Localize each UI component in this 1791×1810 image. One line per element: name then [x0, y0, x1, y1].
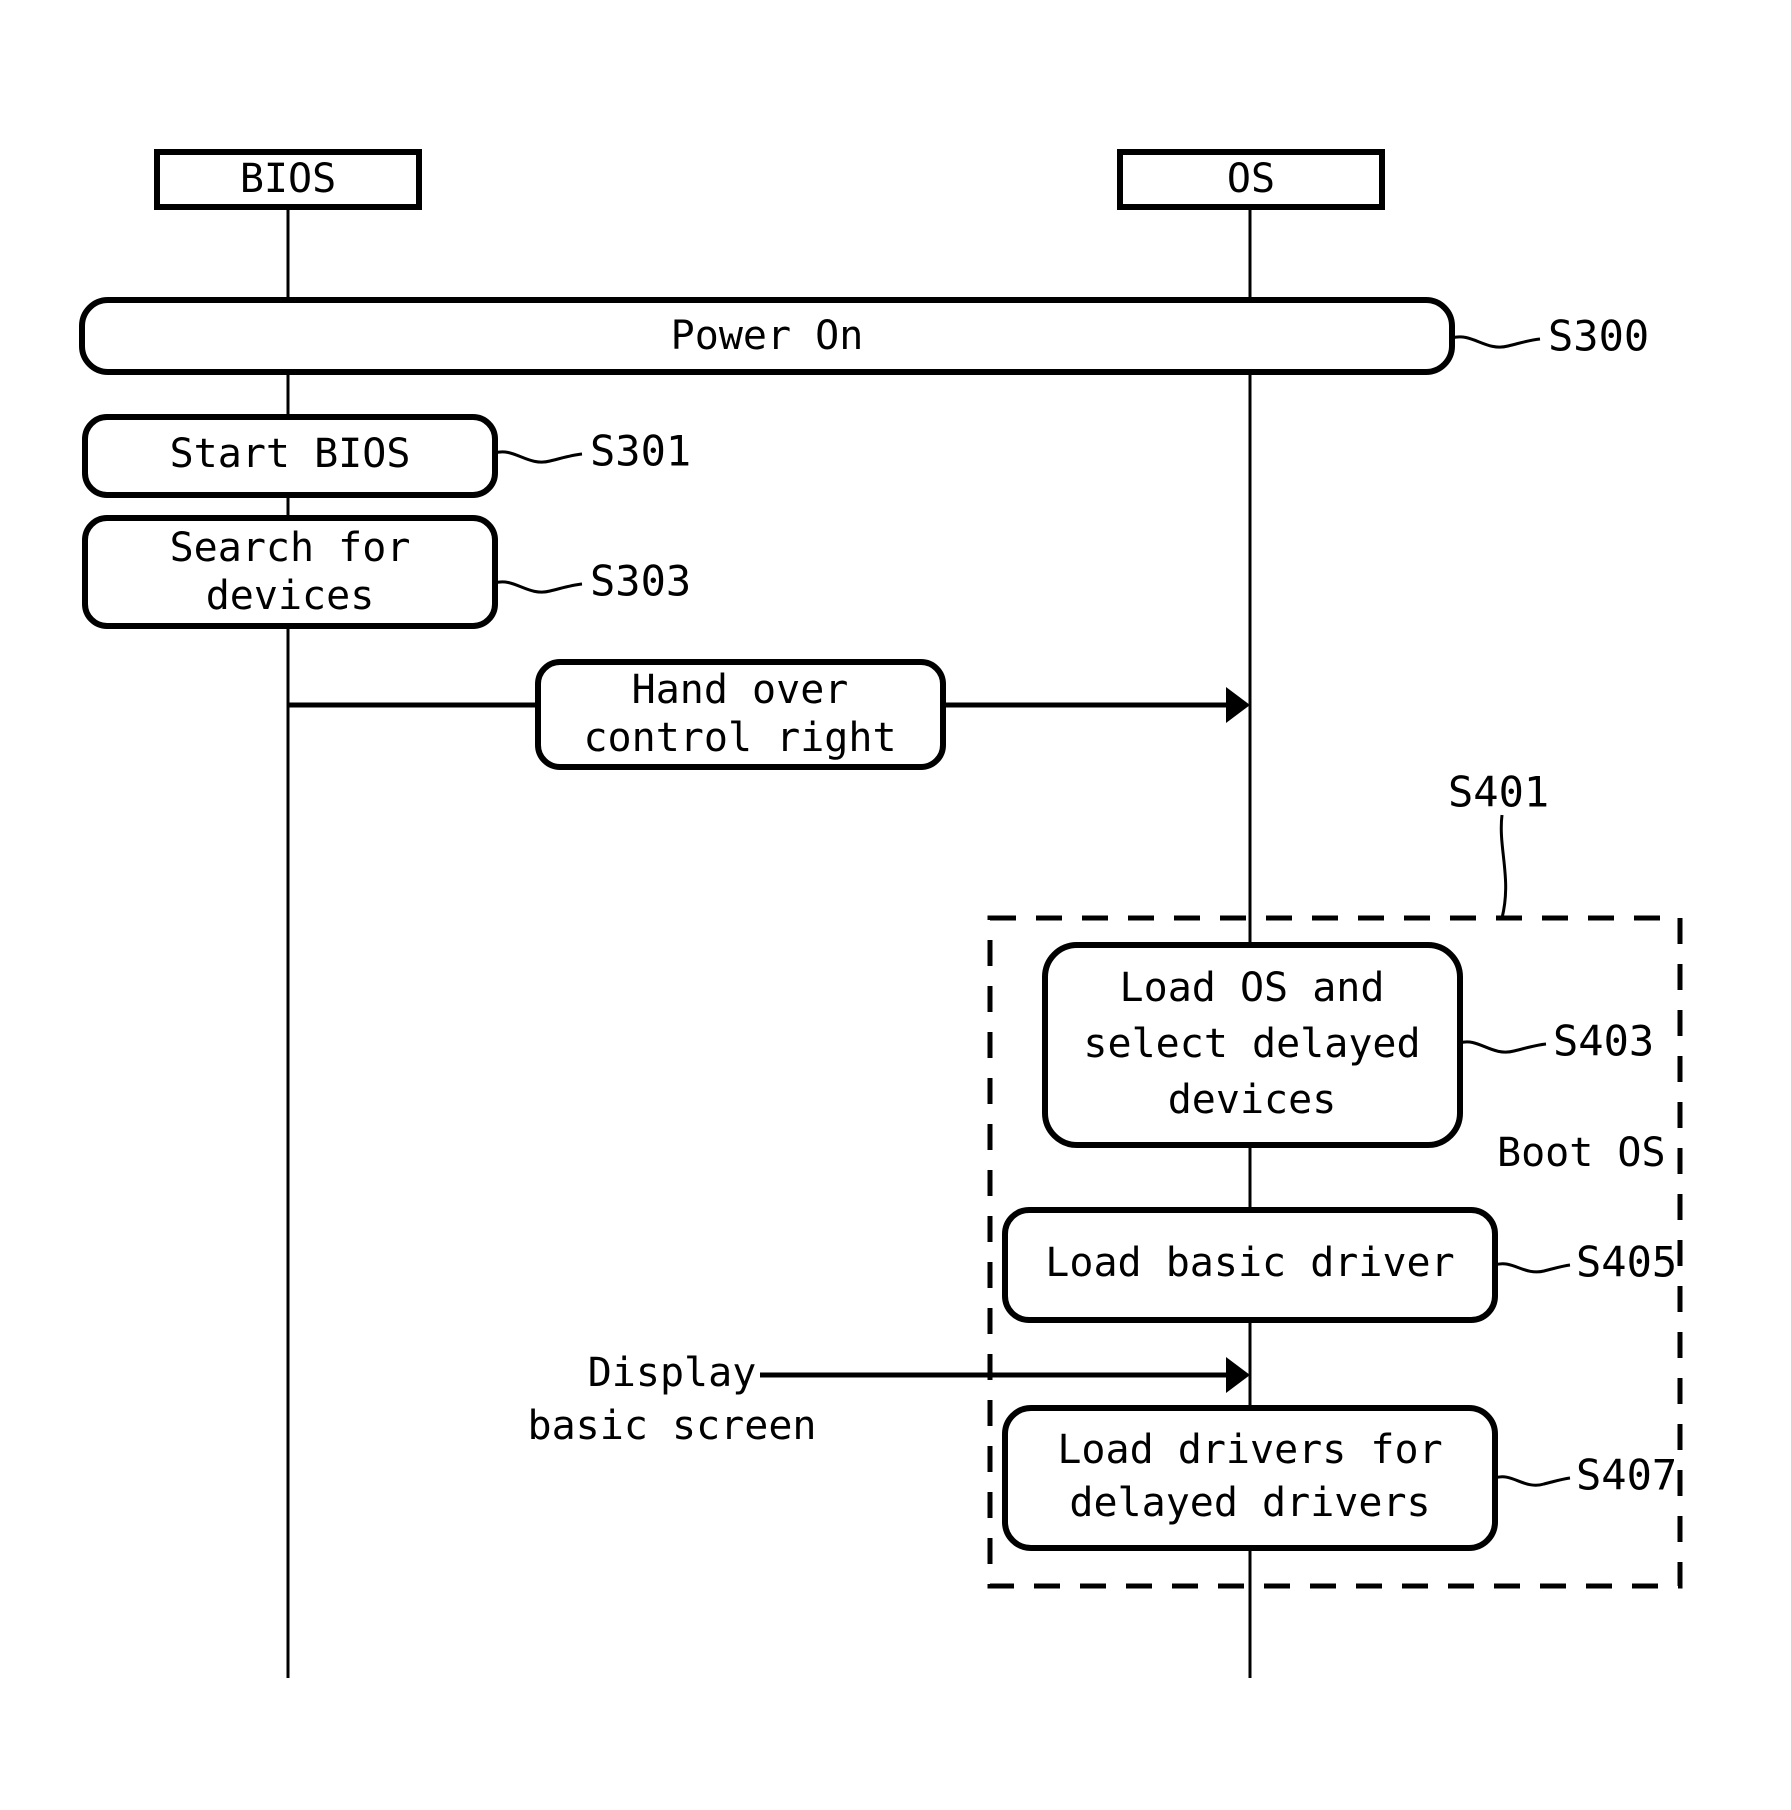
step-label-load-basic-driver: Load basic driver	[1045, 1240, 1454, 1286]
step-ref-s405: S405	[1576, 1238, 1677, 1287]
lifeline-header-label-os: OS	[1227, 156, 1275, 202]
step-label-load-os-line1: Load OS and	[1120, 965, 1385, 1011]
leader-s300	[1451, 335, 1541, 349]
leader-s405	[1494, 1262, 1571, 1274]
step-label-load-delayed-line1: Load drivers for	[1057, 1427, 1442, 1473]
leader-s407	[1494, 1475, 1571, 1487]
step-ref-s300: S300	[1548, 312, 1649, 361]
arrow-hand-over-head	[1226, 687, 1250, 723]
patent-figure-diagram: BIOS OS Power On S300 Start BIOS S301 Se…	[0, 0, 1791, 1810]
step-label-start-bios: Start BIOS	[170, 431, 411, 477]
note-display-basic-screen-line1: Display	[588, 1350, 757, 1396]
leader-s403	[1459, 1040, 1547, 1054]
leader-s301	[494, 450, 583, 464]
leader-s401	[1499, 814, 1508, 919]
step-label-load-os-line2: select delayed	[1083, 1021, 1420, 1067]
step-ref-s301: S301	[590, 427, 691, 476]
step-ref-s303: S303	[590, 557, 691, 606]
step-ref-s407: S407	[1576, 1451, 1677, 1500]
step-ref-s403: S403	[1553, 1017, 1654, 1066]
arrow-display-basic-screen-head	[1226, 1357, 1250, 1393]
group-ref-s401: S401	[1448, 768, 1549, 817]
group-label-boot-os: Boot OS	[1497, 1130, 1666, 1176]
step-label-load-os-line3: devices	[1168, 1077, 1337, 1123]
step-label-hand-over-line2: control right	[583, 715, 896, 761]
step-label-hand-over-line1: Hand over	[632, 667, 849, 713]
step-label-search-devices-line1: Search for	[170, 525, 411, 571]
lifeline-header-label-bios: BIOS	[240, 156, 336, 202]
step-label-load-delayed-line2: delayed drivers	[1069, 1480, 1430, 1526]
note-display-basic-screen-line2: basic screen	[528, 1403, 817, 1449]
leader-s303	[494, 580, 583, 594]
step-label-search-devices-line2: devices	[206, 573, 375, 619]
step-label-power-on: Power On	[671, 313, 864, 359]
diagram-canvas: BIOS OS Power On S300 Start BIOS S301 Se…	[79, 149, 1683, 1678]
